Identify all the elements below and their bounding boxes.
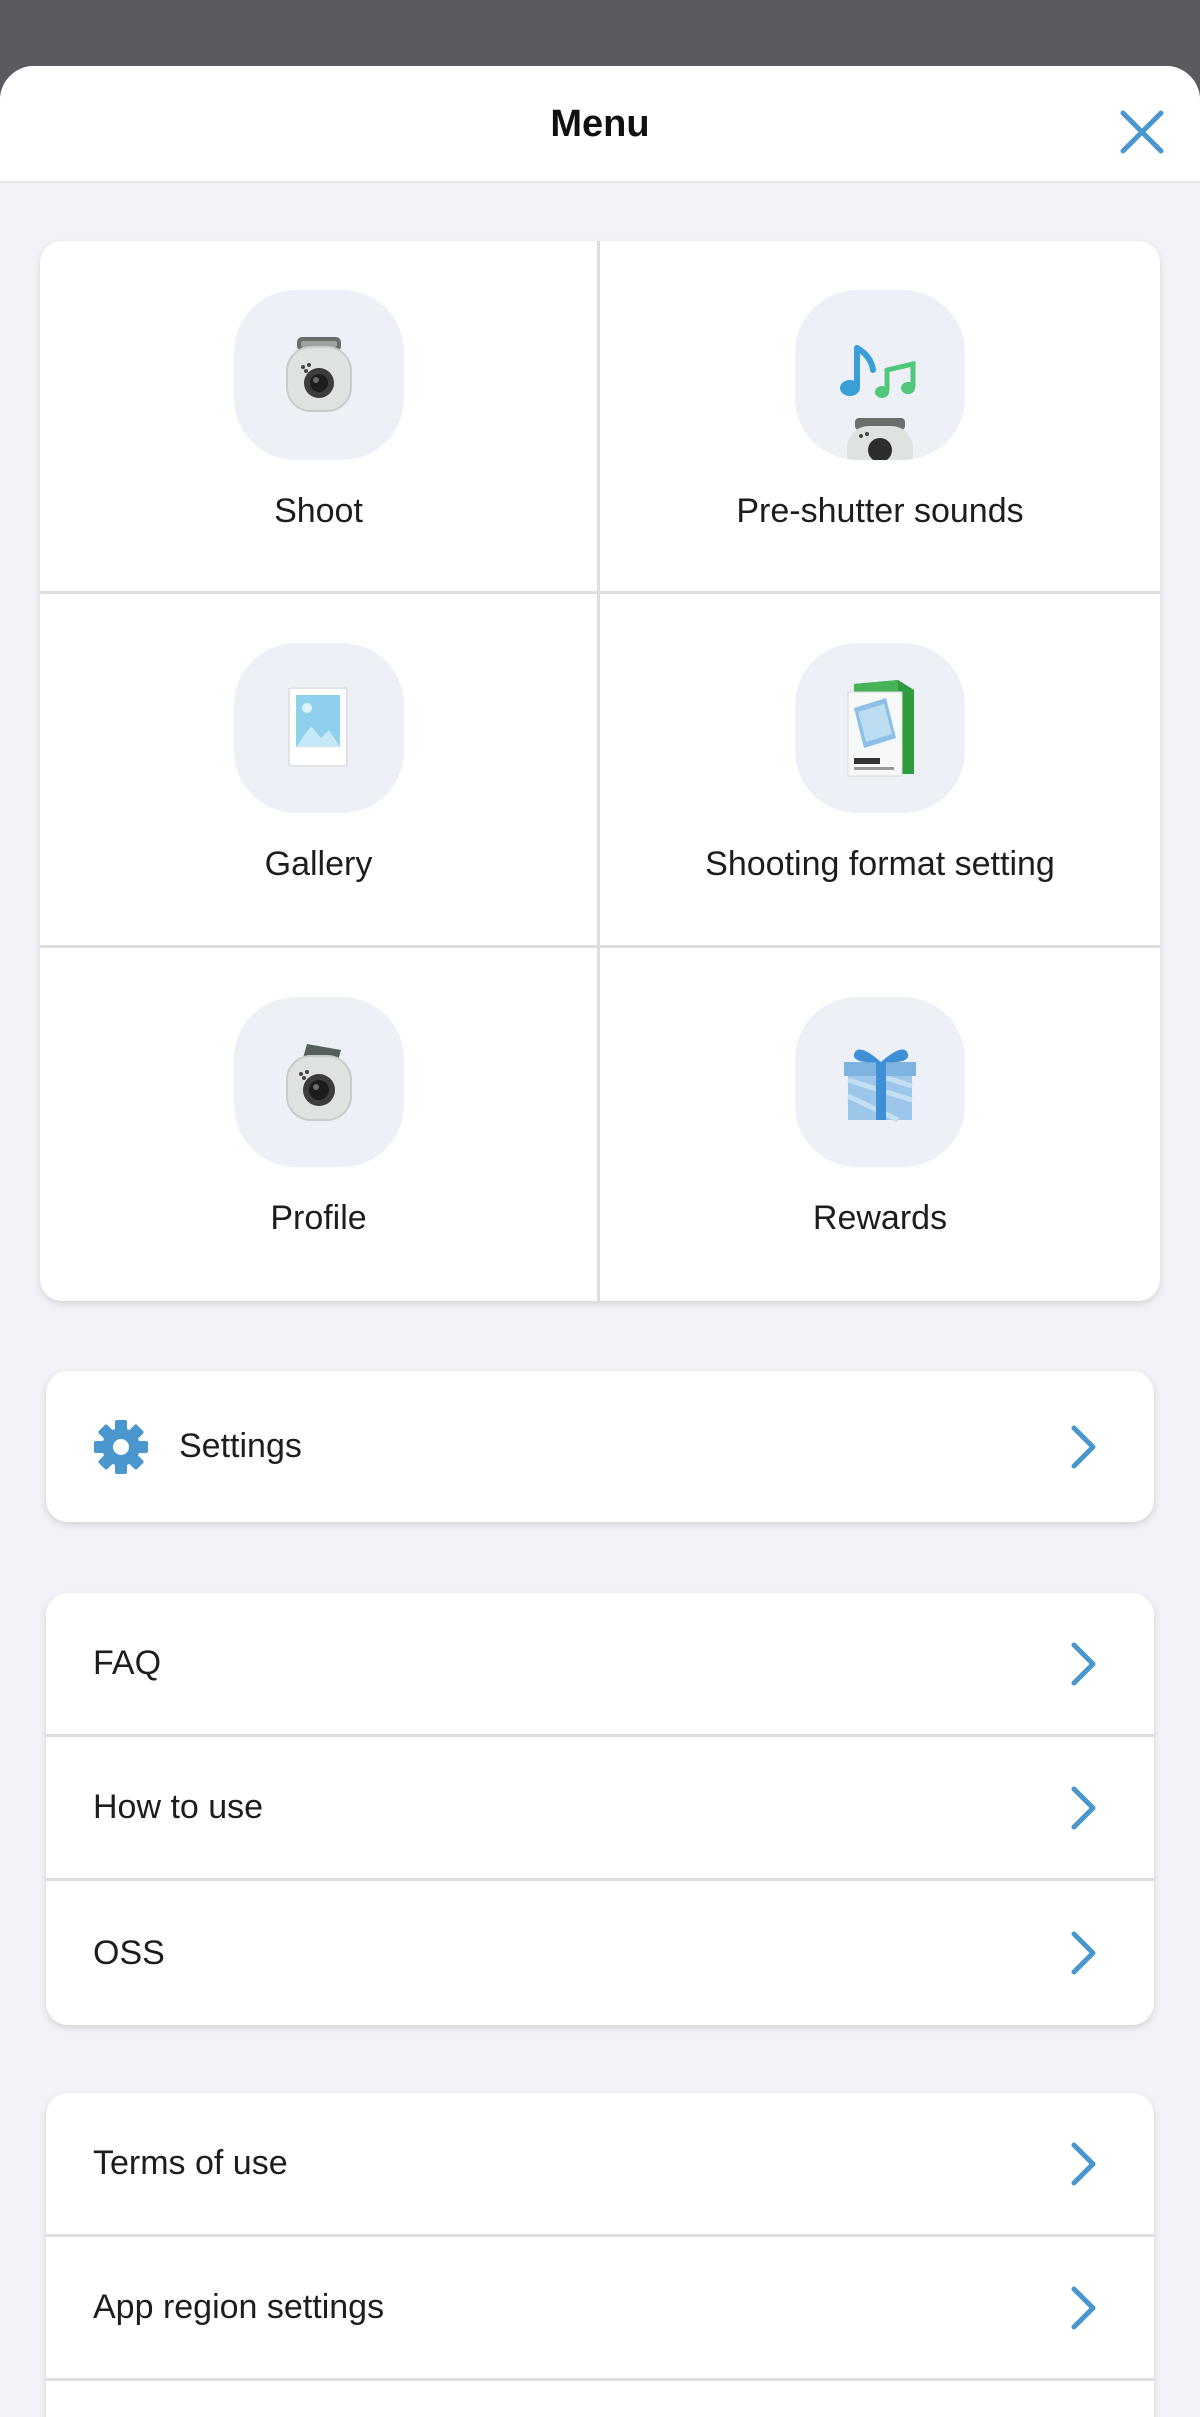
chevron-right-icon bbox=[1071, 1425, 1096, 1468]
list-item-label: How to use bbox=[93, 1788, 264, 1826]
grid-item-label: Profile bbox=[270, 1198, 367, 1237]
grid-item-label: Rewards bbox=[812, 1198, 948, 1237]
menu-sheet: Menu Shoot Pre-shutter sounds Gallery Sh… bbox=[0, 66, 1200, 2417]
list-item-oss[interactable]: OSS bbox=[46, 1881, 1154, 2025]
list-item-label: FAQ bbox=[93, 1644, 162, 1682]
gear-icon bbox=[94, 1419, 148, 1474]
feature-grid: Shoot Pre-shutter sounds Gallery Shootin… bbox=[40, 241, 1160, 1301]
list-item-terms-of-use[interactable]: Terms of use bbox=[46, 2093, 1154, 2237]
close-icon bbox=[1120, 110, 1164, 154]
music-notes-camera-icon bbox=[840, 345, 916, 460]
settings-card: Settings bbox=[46, 1371, 1154, 1522]
grid-item-gallery[interactable]: Gallery bbox=[40, 594, 600, 948]
settings-label: Settings bbox=[179, 1427, 302, 1465]
grid-item-profile[interactable]: Profile bbox=[40, 947, 600, 1301]
list-item-label: OSS bbox=[93, 1933, 165, 1972]
list-item-label: App region settings bbox=[93, 2288, 385, 2326]
chevron-right-icon bbox=[1071, 2142, 1096, 2185]
camera-icon bbox=[285, 337, 352, 412]
list-item-app-region-settings[interactable]: App region settings bbox=[46, 2237, 1154, 2381]
camera-profile-icon bbox=[285, 1043, 352, 1121]
grid-item-pre-shutter-sounds[interactable]: Pre-shutter sounds bbox=[600, 241, 1160, 595]
list-item-partial[interactable] bbox=[46, 2381, 1154, 2417]
help-card: FAQ How to use OSS bbox=[46, 1593, 1154, 2025]
grid-item-label: Gallery bbox=[264, 845, 373, 884]
chevron-right-icon bbox=[1071, 1786, 1096, 1829]
grid-item-shoot[interactable]: Shoot bbox=[40, 241, 600, 595]
legal-card: Terms of use App region settings bbox=[46, 2093, 1154, 2417]
chevron-right-icon bbox=[1071, 1931, 1096, 1975]
list-item-how-to-use[interactable]: How to use bbox=[46, 1737, 1154, 1881]
page-title: Menu bbox=[550, 103, 650, 145]
grid-item-shooting-format-setting[interactable]: Shooting format setting bbox=[600, 594, 1160, 948]
list-item-faq[interactable]: FAQ bbox=[46, 1593, 1154, 1737]
menu-header: Menu bbox=[0, 66, 1200, 183]
film-pack-icon bbox=[847, 680, 914, 777]
grid-item-label: Shooting format setting bbox=[705, 845, 1055, 884]
chevron-right-icon bbox=[1071, 2286, 1096, 2329]
grid-item-rewards[interactable]: Rewards bbox=[600, 948, 1160, 1301]
grid-item-label: Pre-shutter sounds bbox=[736, 492, 1024, 530]
chevron-right-icon bbox=[1071, 1642, 1096, 1685]
grid-item-label: Shoot bbox=[274, 492, 363, 530]
list-item-label: Terms of use bbox=[93, 2144, 288, 2182]
photo-print-icon bbox=[287, 687, 348, 768]
settings-row[interactable]: Settings bbox=[46, 1371, 1154, 1522]
gift-icon bbox=[844, 1049, 916, 1122]
close-button[interactable] bbox=[1112, 102, 1172, 162]
